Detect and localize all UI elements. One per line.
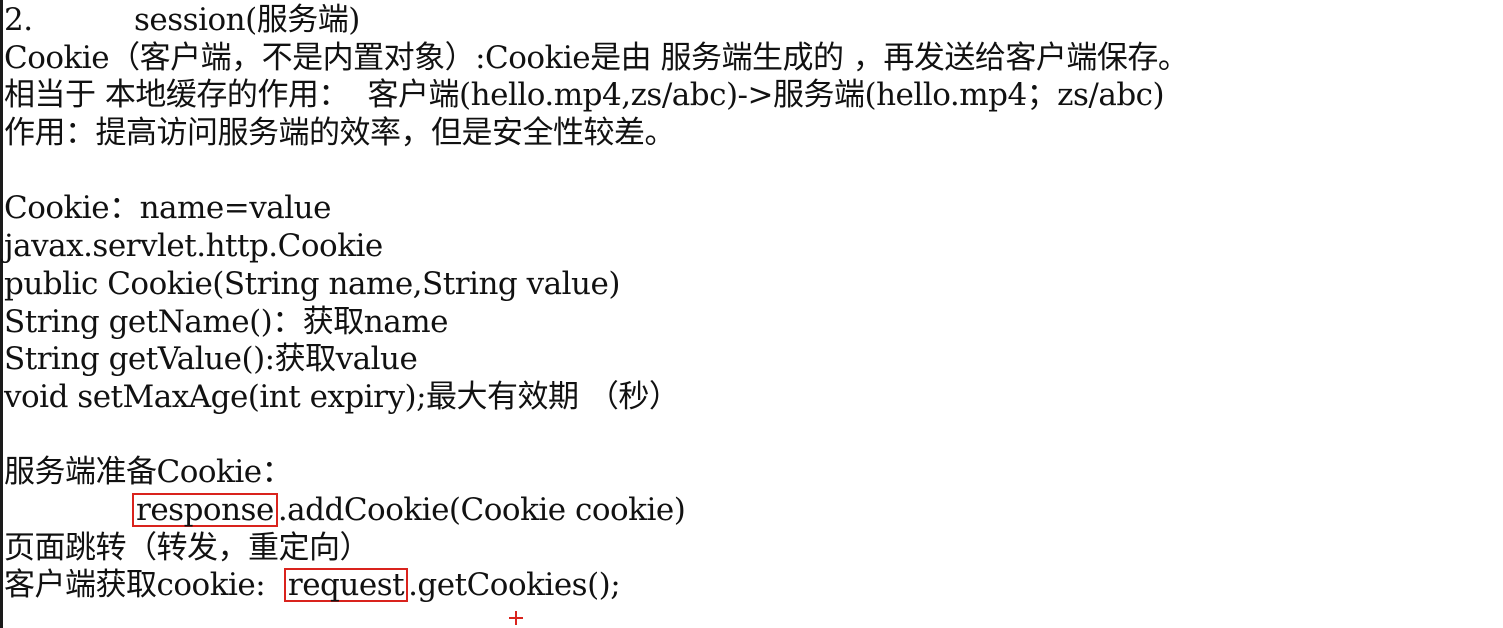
- session-text: session(服务端): [134, 2, 360, 38]
- line-cookie-class: javax.servlet.http.Cookie: [4, 228, 383, 265]
- left-border-rule: [0, 0, 3, 628]
- line-cookie-definition: Cookie（客户端，不是内置对象）:Cookie是由 服务端生成的 ，再发送给…: [4, 39, 1189, 76]
- line-add-cookie: response .addCookie(Cookie cookie): [4, 492, 1499, 530]
- line-get-name: String getName()：获取name: [4, 303, 448, 340]
- line-cookie-purpose: 作用：提高访问服务端的效率，但是安全性较差。: [4, 115, 676, 152]
- line-server-prepare-cookie: 服务端准备Cookie：: [4, 454, 293, 491]
- get-cookies-call: .getCookies();: [408, 567, 621, 604]
- highlight-box-request: request: [283, 568, 409, 603]
- document-body: 2. session(服务端) Cookie（客户端，不是内置对象）:Cookie…: [4, 2, 1499, 605]
- add-cookie-call: .addCookie(Cookie cookie): [277, 491, 686, 528]
- line-set-max-age: void setMaxAge(int expiry);最大有效期 （秒）: [4, 378, 680, 415]
- line-cookie-constructor: public Cookie(String name,String value): [4, 265, 620, 302]
- highlight-box-response: response: [132, 492, 278, 527]
- list-number: 2.: [4, 2, 33, 38]
- crosshair-cursor-icon: [509, 611, 523, 625]
- line-cookie-name-value: Cookie：name=value: [4, 190, 331, 227]
- line-local-cache: 相当于 本地缓存的作用： 客户端(hello.mp4,zs/abc)->服务端(…: [4, 77, 1165, 114]
- line-client-get-cookie: 客户端获取cookie: request .getCookies();: [4, 567, 1499, 605]
- line-get-value: String getValue():获取value: [4, 341, 418, 378]
- line-session-heading: 2. session(服务端): [4, 2, 1499, 40]
- line-page-navigation: 页面跳转（转发，重定向）: [4, 529, 371, 566]
- client-get-cookie-prefix: 客户端获取cookie:: [4, 567, 284, 604]
